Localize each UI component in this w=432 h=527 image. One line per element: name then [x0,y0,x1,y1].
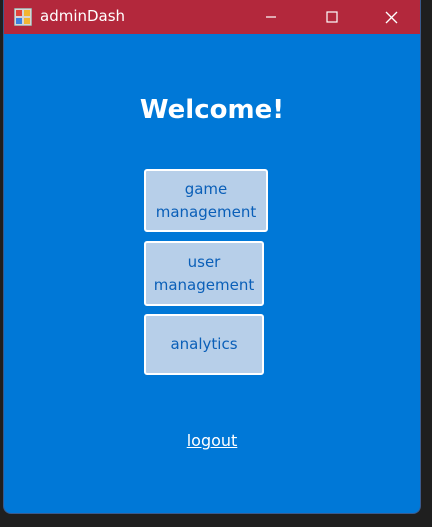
close-button[interactable] [368,0,414,34]
game-management-label: game management [155,179,257,221]
window-title: adminDash [40,7,126,25]
logout-link[interactable]: logout [4,431,420,450]
welcome-heading: Welcome! [139,95,285,125]
minimize-button[interactable] [248,0,294,34]
analytics-label: analytics [170,335,238,353]
main-content: Welcome! game management user management… [4,34,420,513]
close-icon [385,11,397,23]
admin-dash-window: adminDash Welcome! game management user … [3,0,421,514]
maximize-button[interactable] [309,0,355,34]
analytics-button[interactable]: analytics [144,314,264,375]
title-bar[interactable]: adminDash [4,0,420,34]
app-icon [14,8,32,26]
game-management-button[interactable]: game management [144,169,268,232]
maximize-icon [326,11,338,23]
minimize-icon [266,16,276,18]
user-management-button[interactable]: user management [144,241,264,306]
user-management-label: user management [153,252,255,294]
